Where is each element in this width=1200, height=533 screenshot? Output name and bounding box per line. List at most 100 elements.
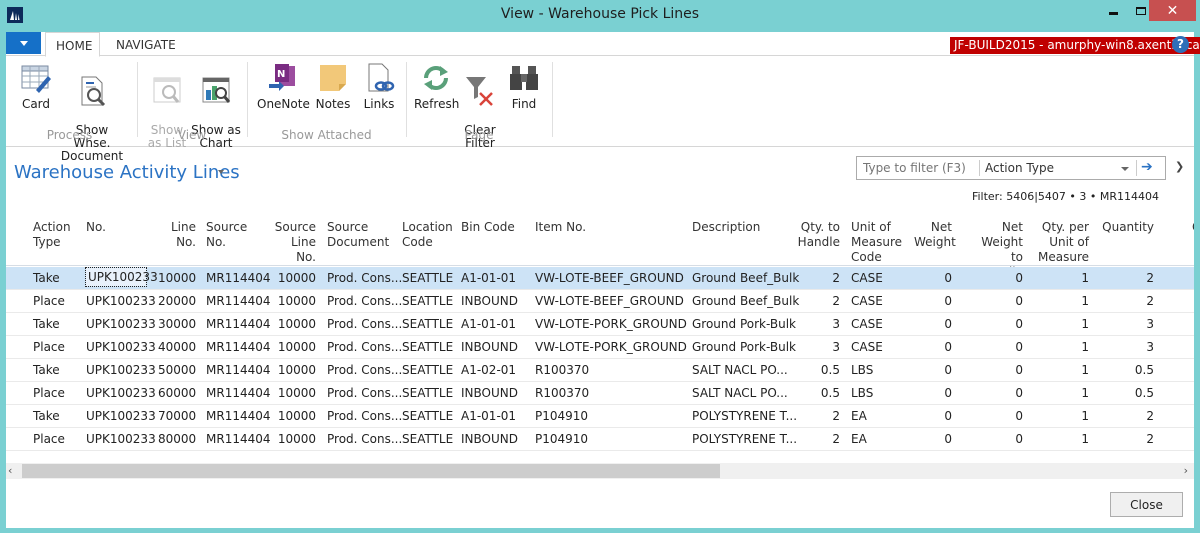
filter-input[interactable] (857, 157, 978, 179)
cell-quantity[interactable]: 0.5 (1096, 386, 1154, 400)
cell-net-weight-to-handle[interactable]: 0 (966, 432, 1023, 446)
cell-description[interactable]: SALT NACL PO... (692, 363, 792, 377)
cell-qty-per-unit-of-measure[interactable]: 1 (1036, 409, 1089, 423)
cell-source-document[interactable]: Prod. Cons... (327, 294, 402, 308)
column-header-source-no[interactable]: Source No. (206, 220, 268, 250)
cell-net-weight[interactable]: 0 (914, 340, 952, 354)
find-button[interactable]: Find (506, 62, 542, 111)
cell-quantity[interactable]: 2 (1096, 271, 1154, 285)
table-row[interactable]: Take UPK100233 50000 MR114404 10000 Prod. Con… (6, 359, 1194, 382)
cell-line-no[interactable]: 10000 (158, 271, 196, 285)
cell-action-type[interactable]: Take (33, 409, 75, 423)
cell-qty-per-unit-of-measure[interactable]: 1 (1036, 271, 1089, 285)
cell-qty-per-unit-of-measure[interactable]: 1 (1036, 386, 1089, 400)
cell-location-code[interactable]: SEATTLE (402, 271, 454, 285)
cell-qty-to-handle[interactable]: 2 (796, 432, 840, 446)
cell-action-type[interactable]: Place (33, 432, 75, 446)
cell-no[interactable]: UPK100233 (85, 267, 158, 287)
cell-no[interactable]: UPK100233 (86, 294, 156, 308)
column-header-action-type[interactable]: Action Type (33, 220, 75, 250)
cell-line-no[interactable]: 30000 (158, 317, 196, 331)
cell-net-weight-to-handle[interactable]: 0 (966, 386, 1023, 400)
card-button[interactable]: Card (18, 62, 54, 111)
cell-qty-to-handle[interactable]: 0.5 (796, 363, 840, 377)
column-header-item-no[interactable]: Item No. (535, 220, 685, 235)
cell-qty-per-unit-of-measure[interactable]: 1 (1036, 294, 1089, 308)
cell-line-no[interactable]: 80000 (158, 432, 196, 446)
cell-item-no[interactable]: VW-LOTE-PORK_GROUND (535, 340, 687, 354)
cell-action-type[interactable]: Take (33, 363, 75, 377)
horizontal-scrollbar[interactable]: ‹ › (6, 463, 1194, 479)
cell-item-no[interactable]: VW-LOTE-PORK_GROUND (535, 317, 687, 331)
cell-qty-per-unit-of-measure[interactable]: 1 (1036, 317, 1089, 331)
cell-location-code[interactable]: SEATTLE (402, 432, 454, 446)
cell-qty-per-unit-of-measure[interactable]: 1 (1036, 363, 1089, 377)
column-header-source-line-no[interactable]: Source Line No. (268, 220, 316, 265)
cell-no[interactable]: UPK100233 (86, 340, 156, 354)
cell-source-no[interactable]: MR114404 (206, 317, 271, 331)
cell-no[interactable]: UPK100233 (86, 409, 156, 423)
cell-net-weight[interactable]: 0 (914, 294, 952, 308)
cell-quantity[interactable]: 0.5 (1096, 363, 1154, 377)
cell-item-no[interactable]: R100370 (535, 386, 685, 400)
cell-action-type[interactable]: Place (33, 294, 75, 308)
table-row[interactable]: Take UPK100233 10000 MR114404 10000 Prod. Con… (6, 267, 1194, 290)
cell-net-weight[interactable]: 0 (914, 363, 952, 377)
cell-qty-to-handle[interactable]: 3 (796, 340, 840, 354)
cell-net-weight-to-handle[interactable]: 0 (966, 317, 1023, 331)
tab-navigate[interactable]: NAVIGATE (106, 32, 186, 57)
cell-source-no[interactable]: MR114404 (206, 432, 271, 446)
cell-unit-of-measure-code[interactable]: LBS (851, 363, 911, 377)
show-whse-document-button[interactable]: Show Whse. Document (58, 62, 126, 163)
cell-qty-to-handle[interactable]: 2 (796, 294, 840, 308)
column-header-q[interactable]: Q (1192, 220, 1194, 235)
cell-action-type[interactable]: Place (33, 340, 75, 354)
cell-source-document[interactable]: Prod. Cons... (327, 317, 402, 331)
cell-net-weight-to-handle[interactable]: 0 (966, 363, 1023, 377)
table-row[interactable]: Take UPK100233 30000 MR114404 10000 Prod. Con… (6, 313, 1194, 336)
cell-qty-to-handle[interactable]: 2 (796, 271, 840, 285)
table-row[interactable]: Take UPK100233 70000 MR114404 10000 Prod. Con… (6, 405, 1194, 428)
cell-item-no[interactable]: R100370 (535, 363, 685, 377)
cell-bin-code[interactable]: A1-01-01 (461, 271, 529, 285)
column-header-bin-code[interactable]: Bin Code (461, 220, 529, 235)
cell-no[interactable]: UPK100233 (86, 317, 156, 331)
column-header-unit-of-measure-code[interactable]: Unit of Measure Code (851, 220, 911, 265)
cell-source-document[interactable]: Prod. Cons... (327, 363, 402, 377)
column-header-qty-to-handle[interactable]: Qty. to Handle (796, 220, 840, 250)
cell-line-no[interactable]: 60000 (158, 386, 196, 400)
cell-unit-of-measure-code[interactable]: LBS (851, 386, 911, 400)
cell-net-weight-to-handle[interactable]: 0 (966, 271, 1023, 285)
cell-line-no[interactable]: 70000 (158, 409, 196, 423)
cell-description[interactable]: Ground Pork-Bulk (692, 317, 796, 331)
table-row[interactable]: Place UPK100233 40000 MR114404 10000 Prod. Co… (6, 336, 1194, 359)
cell-source-no[interactable]: MR114404 (206, 363, 271, 377)
cell-source-line-no[interactable]: 10000 (268, 317, 316, 331)
cell-location-code[interactable]: SEATTLE (402, 386, 454, 400)
cell-source-document[interactable]: Prod. Cons... (327, 409, 402, 423)
cell-bin-code[interactable]: INBOUND (461, 340, 529, 354)
filter-field-select[interactable]: Action Type (985, 161, 1054, 175)
links-button[interactable]: Links (359, 62, 399, 111)
column-header-no[interactable]: No. (86, 220, 146, 235)
cell-quantity[interactable]: 2 (1096, 409, 1154, 423)
cell-source-document[interactable]: Prod. Cons... (327, 271, 402, 285)
cell-source-no[interactable]: MR114404 (206, 340, 271, 354)
cell-item-no[interactable]: VW-LOTE-BEEF_GROUND (535, 271, 685, 285)
table-row[interactable]: Place UPK100233 80000 MR114404 10000 Prod. Co… (6, 428, 1194, 451)
cell-location-code[interactable]: SEATTLE (402, 363, 454, 377)
cell-description[interactable]: Ground Beef_Bulk (692, 271, 799, 285)
cell-description[interactable]: SALT NACL PO... (692, 386, 792, 400)
table-row[interactable]: Place UPK100233 20000 MR114404 10000 Prod. Co… (6, 290, 1194, 313)
cell-source-line-no[interactable]: 10000 (268, 409, 316, 423)
cell-action-type[interactable]: Take (33, 271, 75, 285)
minimize-button[interactable] (1100, 0, 1126, 21)
cell-net-weight[interactable]: 0 (914, 432, 952, 446)
cell-source-line-no[interactable]: 10000 (268, 294, 316, 308)
cell-bin-code[interactable]: INBOUND (461, 432, 529, 446)
cell-source-no[interactable]: MR114404 (206, 271, 271, 285)
cell-item-no[interactable]: VW-LOTE-BEEF_GROUND (535, 294, 685, 308)
cell-no[interactable]: UPK100233 (86, 432, 156, 446)
cell-unit-of-measure-code[interactable]: CASE (851, 340, 911, 354)
caret-down-icon[interactable] (218, 170, 224, 174)
